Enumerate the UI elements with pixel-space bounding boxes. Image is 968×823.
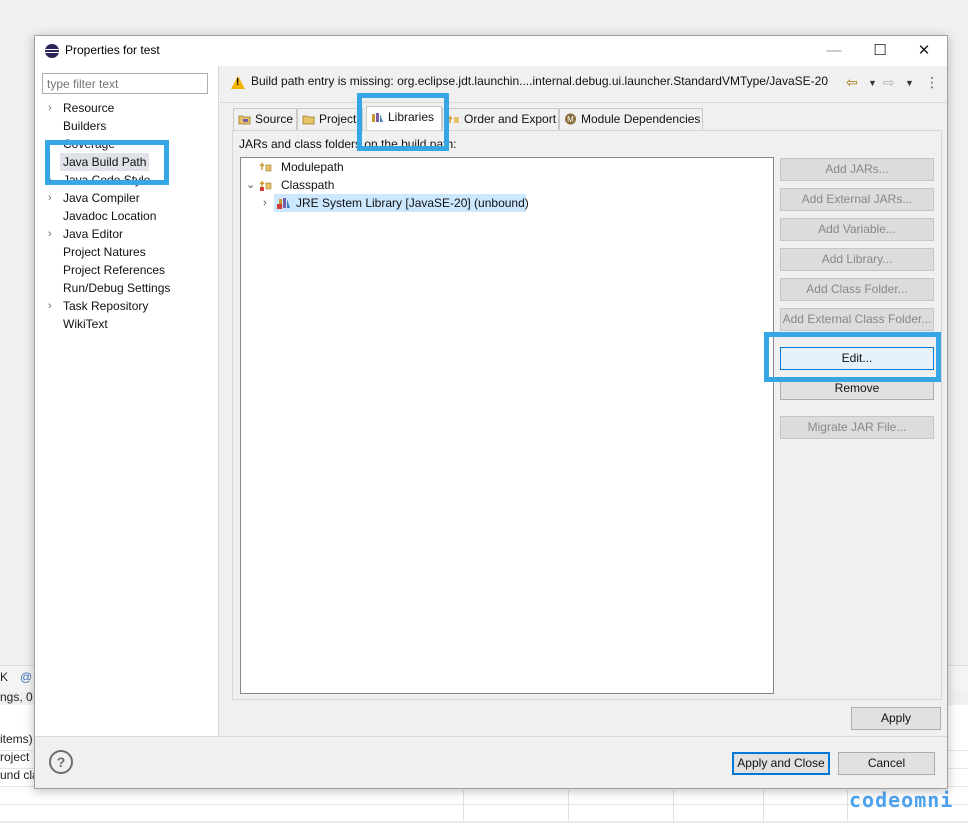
add-external-jars-button[interactable]: Add External JARs... xyxy=(780,188,934,211)
nav-item-task-repository[interactable]: Task Repository xyxy=(63,297,148,315)
minimize-button[interactable]: — xyxy=(811,36,857,66)
add-library-button[interactable]: Add Library... xyxy=(780,248,934,271)
chevron-right-icon[interactable]: › xyxy=(48,225,58,243)
eclipse-logo-icon xyxy=(45,44,59,58)
nav-item-project-natures[interactable]: Project Natures xyxy=(63,243,146,261)
background-tab-glyph: @ xyxy=(20,670,33,684)
add-variable-button[interactable]: Add Variable... xyxy=(780,218,934,241)
nav-item-java-editor[interactable]: Java Editor xyxy=(63,225,123,243)
chevron-right-icon[interactable]: › xyxy=(263,194,267,212)
tab-projects[interactable]: Projects xyxy=(297,108,363,130)
modulepath-icon xyxy=(259,162,272,172)
help-icon[interactable]: ? xyxy=(49,750,73,774)
background-row-text: items) xyxy=(0,732,33,746)
project-folder-icon xyxy=(302,115,315,125)
nav-item-resource[interactable]: Resource xyxy=(63,99,114,117)
background-tab-glyph: K xyxy=(0,670,9,684)
nav-item-builders[interactable]: Builders xyxy=(63,117,106,135)
classpath-icon xyxy=(259,180,272,191)
background-status-text: ngs, 0 xyxy=(0,690,33,704)
back-dropdown-icon[interactable]: ▼ xyxy=(868,78,877,88)
highlight-box xyxy=(45,140,169,185)
filter-input[interactable] xyxy=(42,73,208,94)
nav-item-project-references[interactable]: Project References xyxy=(63,261,165,279)
title-bar[interactable]: Properties for test — ☐ ✕ xyxy=(35,36,947,66)
warning-message: Build path entry is missing: org.eclipse… xyxy=(251,74,828,88)
svg-text:M: M xyxy=(567,115,574,124)
window-title: Properties for test xyxy=(65,43,160,57)
module-icon: M xyxy=(565,113,576,125)
chevron-down-icon[interactable]: ⌄ xyxy=(246,176,255,194)
apply-button[interactable]: Apply xyxy=(851,707,941,730)
close-button[interactable]: ✕ xyxy=(901,36,947,66)
migrate-jar-button[interactable]: Migrate JAR File... xyxy=(780,416,934,439)
jre-library-icon xyxy=(277,198,290,209)
nav-item-wikitext[interactable]: WikiText xyxy=(63,315,108,333)
highlight-box xyxy=(764,332,941,382)
forward-arrow-icon[interactable]: ⇨ xyxy=(883,74,895,91)
cancel-button[interactable]: Cancel xyxy=(838,752,935,775)
tree-entry-jre-system-library[interactable]: JRE System Library [JavaSE-20] (unbound) xyxy=(274,194,529,212)
page-header: ! Build path entry is missing: org.eclip… xyxy=(220,66,947,102)
add-class-folder-button[interactable]: Add Class Folder... xyxy=(780,278,934,301)
background-row-text: roject xyxy=(0,750,30,764)
back-arrow-icon[interactable]: ⇦ xyxy=(846,74,858,91)
tab-source[interactable]: Source xyxy=(233,108,297,130)
chevron-right-icon[interactable]: › xyxy=(48,99,58,117)
tab-module-dependencies[interactable]: M Module Dependencies xyxy=(559,108,703,130)
more-menu-icon[interactable]: ⋮ xyxy=(925,74,939,91)
source-folder-icon xyxy=(238,115,251,125)
apply-and-close-button[interactable]: Apply and Close xyxy=(732,752,830,775)
properties-dialog: Properties for test — ☐ ✕ › Resource Bui… xyxy=(34,35,948,789)
highlight-box xyxy=(357,93,449,151)
nav-item-javadoc-location[interactable]: Javadoc Location xyxy=(63,207,156,225)
tab-order-and-export[interactable]: Order and Export xyxy=(442,108,559,130)
background-row-text: und cla xyxy=(0,768,39,782)
forward-dropdown-icon[interactable]: ▼ xyxy=(905,78,914,88)
watermark: codeomni xyxy=(849,788,954,812)
chevron-right-icon[interactable]: › xyxy=(48,297,58,315)
build-path-tree[interactable]: Modulepath ⌄ Classpath › JRE System Libr… xyxy=(240,157,774,694)
nav-item-java-compiler[interactable]: Java Compiler xyxy=(63,189,140,207)
chevron-right-icon[interactable]: › xyxy=(48,189,58,207)
nav-item-run-debug-settings[interactable]: Run/Debug Settings xyxy=(63,279,170,297)
maximize-button[interactable]: ☐ xyxy=(857,36,903,66)
add-jars-button[interactable]: Add JARs... xyxy=(780,158,934,181)
add-external-class-folder-button[interactable]: Add External Class Folder... xyxy=(780,308,934,331)
